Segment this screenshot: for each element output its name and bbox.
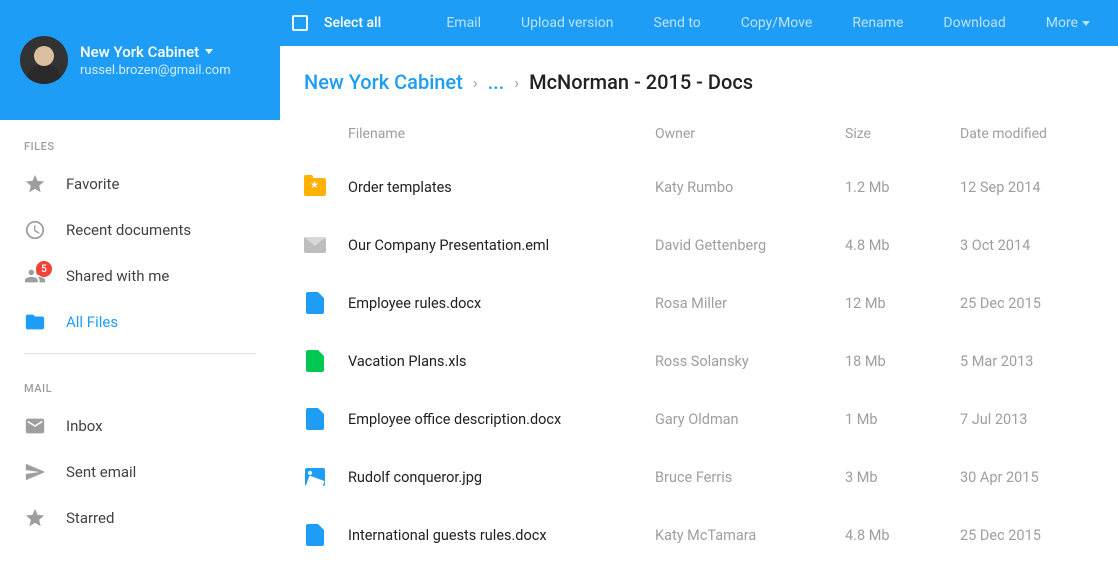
toolbar-more[interactable]: More [1026,0,1110,46]
breadcrumb-current: McNorman - 2015 - Docs [529,70,753,94]
avatar[interactable] [20,36,68,84]
sidebar-item-shared[interactable]: 5 Shared with me [0,253,280,299]
chevron-right-icon: › [473,73,478,92]
toolbar-rename[interactable]: Rename [832,0,923,46]
star-icon [24,507,46,529]
file-name: Employee rules.docx [348,295,655,312]
file-size: 1.2 Mb [845,179,960,196]
col-size[interactable]: Size [845,126,960,142]
file-size: 4.8 Mb [845,237,960,254]
checkbox-icon[interactable] [292,15,308,31]
clock-icon [24,219,46,241]
folder-star-icon [304,178,326,196]
file-owner: Rosa Miller [655,295,845,312]
file-date: 30 Apr 2015 [960,469,1090,486]
file-name: Our Company Presentation.eml [348,237,655,254]
sidebar-item-inbox[interactable]: Inbox [0,403,280,449]
file-name: Rudolf conqueror.jpg [348,469,655,486]
col-owner[interactable]: Owner [655,126,845,142]
col-date[interactable]: Date modified [960,126,1090,142]
sidebar-item-label: Inbox [66,417,103,435]
sidebar-item-label: Shared with me [66,267,169,285]
table-row[interactable]: International guests rules.docxKaty McTa… [304,506,1090,564]
file-size: 3 Mb [845,469,960,486]
sidebar-item-all-files[interactable]: All Files [0,299,280,345]
file-date: 12 Sep 2014 [960,179,1090,196]
spreadsheet-icon [306,350,324,372]
sidebar-item-favorite[interactable]: Favorite [0,161,280,207]
sidebar: New York Cabinet russel.brozen@gmail.com… [0,0,280,586]
file-owner: Bruce Ferris [655,469,845,486]
file-name: International guests rules.docx [348,527,655,544]
sidebar-item-starred[interactable]: Starred [0,495,280,541]
breadcrumb: New York Cabinet › ... › McNorman - 2015… [304,70,1090,94]
sidebar-item-sent[interactable]: Sent email [0,449,280,495]
doc-icon [306,408,324,430]
people-icon: 5 [24,265,46,287]
chevron-right-icon: › [514,73,519,92]
file-size: 1 Mb [845,411,960,428]
sidebar-item-label: Recent documents [66,221,191,239]
sidebar-item-label: Sent email [66,463,136,481]
file-size: 18 Mb [845,353,960,370]
file-size: 4.8 Mb [845,527,960,544]
doc-icon [306,292,324,314]
workspace-name: New York Cabinet [80,43,199,61]
table-row[interactable]: Vacation Plans.xlsRoss Solansky18 Mb5 Ma… [304,332,1090,390]
table-row[interactable]: Rudolf conqueror.jpgBruce Ferris3 Mb30 A… [304,448,1090,506]
table-header: Filename Owner Size Date modified [304,118,1090,158]
toolbar-download[interactable]: Download [923,0,1025,46]
table-row[interactable]: Order templatesKaty Rumbo1.2 Mb12 Sep 20… [304,158,1090,216]
table-row[interactable]: Employee office description.docxGary Old… [304,390,1090,448]
file-name: Order templates [348,179,655,196]
image-icon [305,468,325,486]
sidebar-item-label: Starred [66,509,114,527]
file-name: Vacation Plans.xls [348,353,655,370]
select-all-item[interactable]: Select all [284,0,401,46]
file-date: 5 Mar 2013 [960,353,1090,370]
caret-down-icon [1082,21,1090,26]
badge: 5 [36,261,52,277]
file-date: 25 Dec 2015 [960,295,1090,312]
toolbar-send-to[interactable]: Send to [634,0,721,46]
folder-icon [24,311,46,333]
sidebar-item-recent[interactable]: Recent documents [0,207,280,253]
file-date: 7 Jul 2013 [960,411,1090,428]
file-date: 3 Oct 2014 [960,237,1090,254]
toolbar-copy-move[interactable]: Copy/Move [721,0,833,46]
star-icon [24,173,46,195]
doc-icon [306,524,324,546]
file-owner: David Gettenberg [655,237,845,254]
user-email: russel.brozen@gmail.com [80,63,260,78]
send-icon [24,461,46,483]
toolbar-upload[interactable]: Upload version [501,0,634,46]
table-row[interactable]: Our Company Presentation.emlDavid Getten… [304,216,1090,274]
breadcrumb-root[interactable]: New York Cabinet [304,70,463,94]
file-owner: Gary Oldman [655,411,845,428]
file-owner: Katy Rumbo [655,179,845,196]
table-row[interactable]: Employee rules.docxRosa Miller12 Mb25 De… [304,274,1090,332]
sidebar-header: New York Cabinet russel.brozen@gmail.com [0,0,280,120]
breadcrumb-ellipsis[interactable]: ... [488,70,505,94]
mail-icon [24,415,46,437]
mail-file-icon [304,237,326,253]
caret-down-icon [205,49,213,54]
nav-section-files: FILES [0,120,280,161]
nav-divider [24,353,256,354]
file-size: 12 Mb [845,295,960,312]
file-owner: Ross Solansky [655,353,845,370]
col-filename[interactable]: Filename [348,126,655,142]
main: Select all Email Upload version Send to … [280,0,1118,586]
file-date: 25 Dec 2015 [960,527,1090,544]
sidebar-item-label: All Files [66,313,118,331]
toolbar: Select all Email Upload version Send to … [280,0,1118,46]
sidebar-item-label: Favorite [66,175,119,193]
file-table: Filename Owner Size Date modified Order … [304,118,1090,564]
workspace-dropdown[interactable]: New York Cabinet [80,43,260,61]
toolbar-email[interactable]: Email [426,0,501,46]
file-owner: Katy McTamara [655,527,845,544]
nav-section-mail: MAIL [0,362,280,403]
file-name: Employee office description.docx [348,411,655,428]
